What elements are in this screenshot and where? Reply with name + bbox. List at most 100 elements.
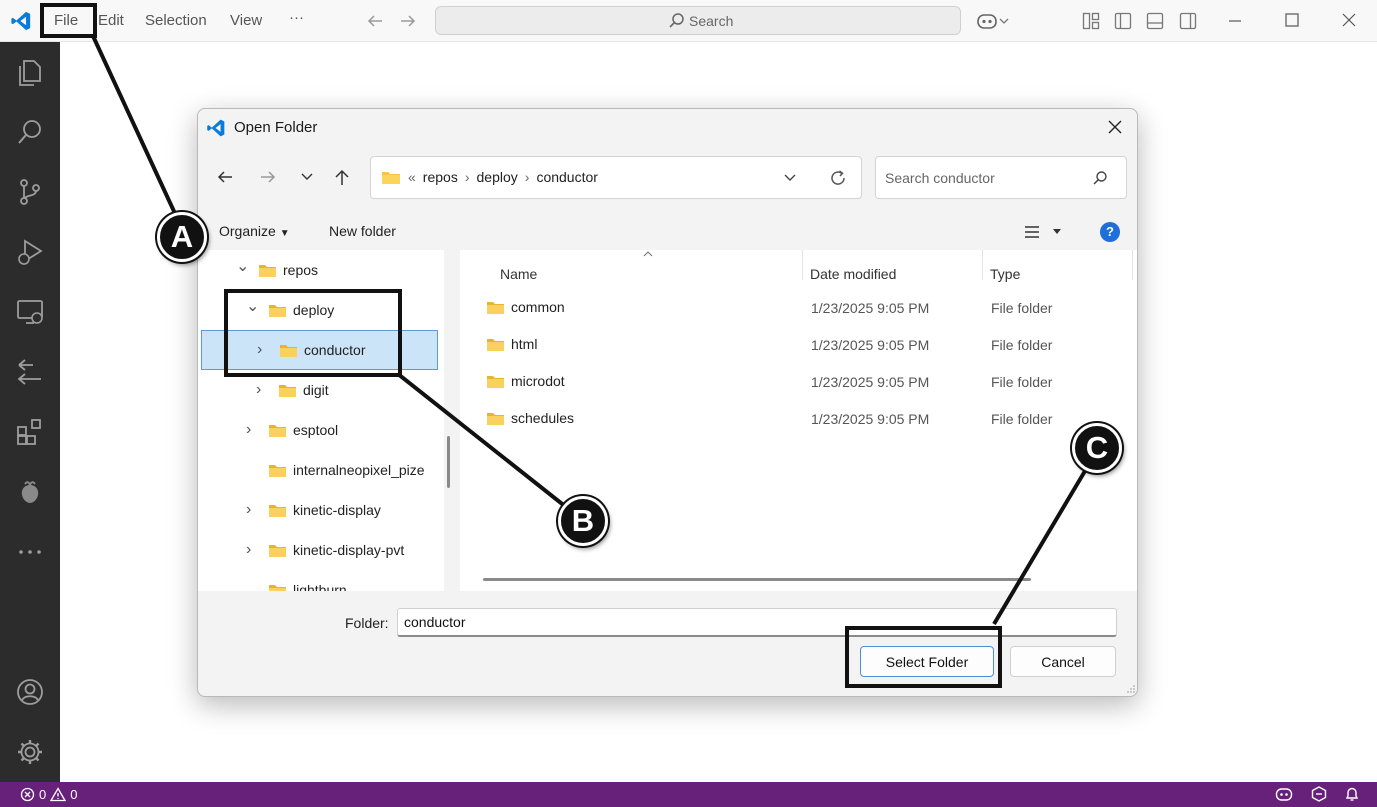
- column-separator[interactable]: [802, 250, 803, 280]
- customize-layout-icon[interactable]: [1082, 12, 1100, 30]
- notifications-bell-icon[interactable]: [1345, 786, 1359, 802]
- tree-scrollbar[interactable]: [447, 436, 450, 488]
- run-and-debug-icon[interactable]: [15, 237, 45, 267]
- folder-icon: [269, 424, 286, 437]
- tree-item-label: esptool: [293, 422, 339, 438]
- column-header-type[interactable]: Type: [990, 266, 1020, 282]
- tree-item-lightburn[interactable]: lightburn: [246, 574, 347, 591]
- file-name-cell: common: [486, 299, 565, 315]
- expand-chevron-right-icon[interactable]: ›: [246, 421, 260, 439]
- menu-selection[interactable]: Selection: [145, 12, 207, 29]
- more-views-icon[interactable]: [15, 537, 45, 567]
- back-arrow-icon[interactable]: [216, 169, 234, 185]
- forward-arrow-icon[interactable]: [259, 169, 277, 185]
- folder-name-input[interactable]: [397, 608, 1117, 637]
- tree-item-digit[interactable]: › digit: [256, 374, 329, 406]
- forward-arrow-icon[interactable]: [399, 13, 417, 29]
- file-type: File folder: [991, 411, 1053, 427]
- menu-more[interactable]: ···: [289, 9, 304, 26]
- address-bar[interactable]: « repos › deploy › conductor: [370, 156, 862, 199]
- tree-item-label: kinetic-display-pvt: [293, 542, 405, 558]
- column-separator[interactable]: [1132, 250, 1133, 280]
- folder-icon: [487, 375, 504, 388]
- file-type: File folder: [991, 300, 1053, 316]
- column-header-date-modified[interactable]: Date modified: [810, 266, 896, 282]
- file-date-modified: 1/23/2025 9:05 PM: [811, 411, 930, 427]
- settings-gear-icon[interactable]: [15, 737, 45, 767]
- file-row[interactable]: schedules 1/23/2025 9:05 PM File folder: [460, 401, 1137, 438]
- up-folder-arrow-icon[interactable]: [334, 168, 350, 186]
- file-name-cell: schedules: [486, 410, 574, 426]
- vscode-logo-icon: [207, 119, 225, 137]
- file-type: File folder: [991, 337, 1053, 353]
- recent-locations-chevron-icon[interactable]: [300, 172, 314, 182]
- tree-item-internalneopixel-pize[interactable]: internalneopixel_pize: [246, 454, 425, 486]
- tree-item-label: kinetic-display: [293, 502, 381, 518]
- search-view-icon[interactable]: [15, 117, 45, 147]
- dialog-command-bar: Organize ▼ New folder ?: [198, 214, 1137, 250]
- folder-icon: [487, 301, 504, 314]
- file-name: html: [511, 336, 538, 352]
- file-row[interactable]: microdot 1/23/2025 9:05 PM File folder: [460, 364, 1137, 401]
- remote-explorer-icon[interactable]: [15, 297, 45, 327]
- extension-status-icon[interactable]: [1311, 786, 1327, 802]
- minimize-icon[interactable]: [1228, 14, 1242, 28]
- resize-grip-icon[interactable]: [1126, 684, 1136, 694]
- problems-indicator[interactable]: 0 0: [20, 787, 77, 802]
- testing-icon[interactable]: [15, 357, 45, 387]
- expand-chevron-right-icon[interactable]: ›: [256, 381, 270, 399]
- tree-item-kinetic-display[interactable]: › kinetic-display: [246, 494, 381, 526]
- folder-search-box[interactable]: Search conductor: [875, 156, 1127, 199]
- tree-item-esptool[interactable]: › esptool: [246, 414, 338, 446]
- close-window-icon[interactable]: [1342, 13, 1356, 27]
- command-center-search[interactable]: Search: [435, 6, 961, 35]
- copilot-status-icon[interactable]: [1275, 786, 1293, 802]
- accounts-icon[interactable]: [15, 677, 45, 707]
- close-dialog-icon[interactable]: [1107, 119, 1123, 135]
- expand-chevron-right-icon[interactable]: ›: [246, 541, 260, 559]
- tree-item-label: internalneopixel_pize: [293, 462, 425, 478]
- cancel-button[interactable]: Cancel: [1010, 646, 1116, 677]
- column-header-name[interactable]: Name: [500, 266, 537, 282]
- back-arrow-icon[interactable]: [366, 13, 384, 29]
- tree-item-label: repos: [283, 262, 319, 278]
- tree-item-repos[interactable]: ⌄ repos: [236, 254, 318, 286]
- menu-view[interactable]: View: [230, 12, 262, 29]
- file-row[interactable]: html 1/23/2025 9:05 PM File folder: [460, 327, 1137, 364]
- view-options-icon[interactable]: [1024, 225, 1066, 239]
- title-bar: File Edit Selection View ··· Search: [0, 0, 1377, 42]
- new-folder-button[interactable]: New folder: [329, 223, 396, 239]
- file-list-horizontal-scrollbar[interactable]: [483, 578, 1031, 581]
- refresh-icon[interactable]: [829, 169, 847, 187]
- breadcrumb-deploy[interactable]: deploy: [477, 169, 518, 185]
- source-control-icon[interactable]: [15, 177, 45, 207]
- organize-label: Organize: [219, 223, 276, 239]
- warning-icon: [50, 787, 67, 802]
- help-icon[interactable]: ?: [1100, 222, 1120, 242]
- explorer-icon[interactable]: [15, 57, 45, 87]
- raspberry-pi-icon[interactable]: [15, 477, 45, 507]
- folder-icon: [269, 464, 286, 477]
- expand-chevron-right-icon[interactable]: ›: [246, 501, 260, 519]
- folder-icon: [487, 338, 504, 351]
- breadcrumb-conductor[interactable]: conductor: [536, 169, 597, 185]
- annotation-marker-a: A: [157, 212, 207, 262]
- column-separator[interactable]: [982, 250, 983, 280]
- annotation-box-file-menu: [40, 3, 97, 38]
- breadcrumb-overflow[interactable]: «: [408, 169, 416, 185]
- toggle-secondary-sidebar-icon[interactable]: [1179, 12, 1197, 30]
- maximize-icon[interactable]: [1285, 13, 1299, 27]
- toggle-panel-icon[interactable]: [1146, 12, 1164, 30]
- extensions-icon[interactable]: [15, 417, 45, 447]
- tree-item-kinetic-display-pvt[interactable]: › kinetic-display-pvt: [246, 534, 404, 566]
- file-row[interactable]: common 1/23/2025 9:05 PM File folder: [460, 290, 1137, 327]
- expand-chevron-down-icon[interactable]: ⌄: [236, 256, 250, 276]
- address-dropdown-chevron-icon[interactable]: [783, 173, 797, 183]
- copilot-icon[interactable]: [976, 11, 1012, 31]
- file-name-cell: html: [486, 336, 537, 352]
- toggle-primary-sidebar-icon[interactable]: [1114, 12, 1132, 30]
- tree-item-label: digit: [303, 382, 329, 398]
- menu-edit[interactable]: Edit: [98, 12, 124, 29]
- organize-menu[interactable]: Organize ▼: [219, 223, 290, 239]
- breadcrumb-repos[interactable]: repos: [423, 169, 458, 185]
